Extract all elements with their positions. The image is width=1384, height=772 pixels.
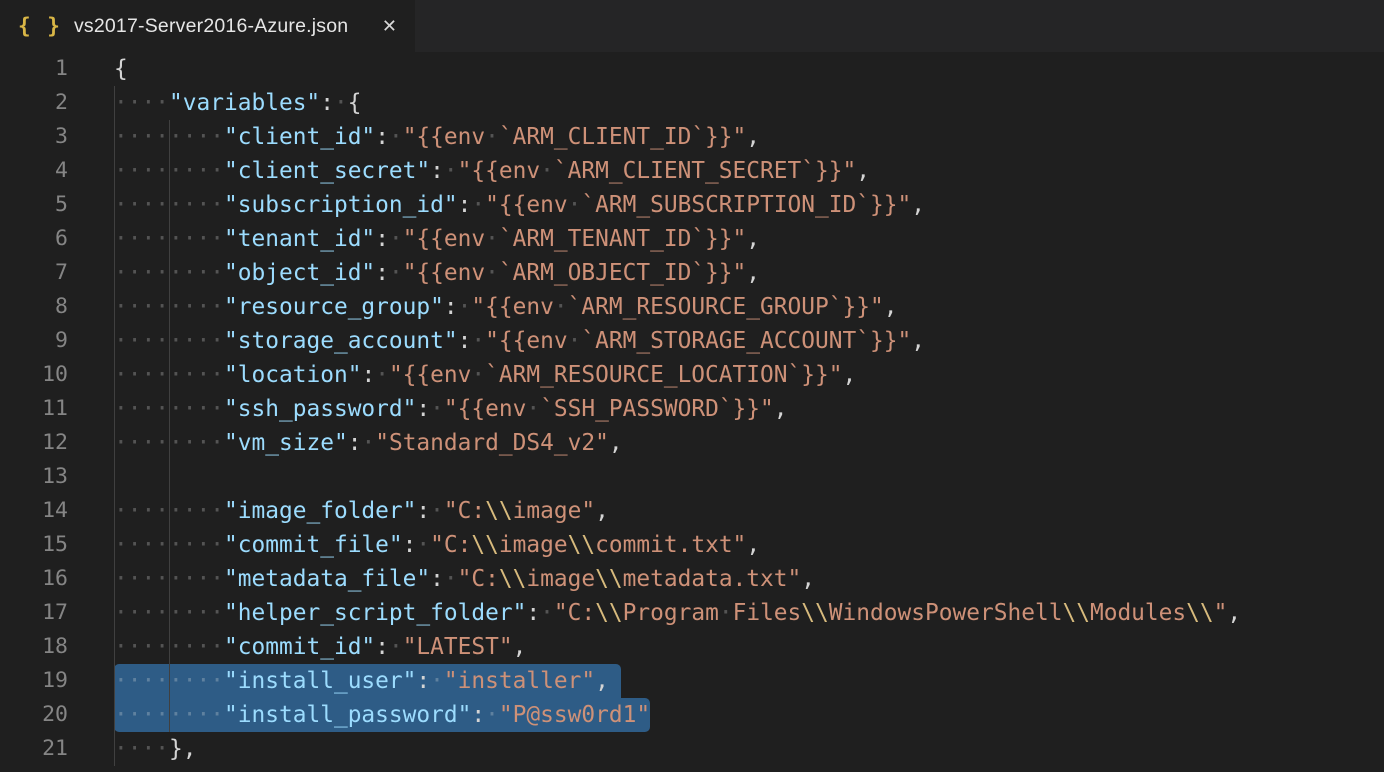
line-number[interactable]: 7 xyxy=(0,256,68,290)
code-text: { xyxy=(68,52,128,86)
code-text: ········"subscription_id":·"{{env·`ARM_S… xyxy=(68,188,925,222)
code-line[interactable]: 12········"vm_size":·"Standard_DS4_v2", xyxy=(0,426,1384,460)
line-number[interactable]: 14 xyxy=(0,494,68,528)
code-line[interactable]: 4········"client_secret":·"{{env·`ARM_CL… xyxy=(0,154,1384,188)
code-line[interactable]: 18········"commit_id":·"LATEST", xyxy=(0,630,1384,664)
code-text: ········"ssh_password":·"{{env·`SSH_PASS… xyxy=(68,392,788,426)
code-lines: 1{2····"variables":·{3········"client_id… xyxy=(0,52,1384,766)
code-text: ········"commit_file":·"C:\\image\\commi… xyxy=(68,528,760,562)
code-line[interactable]: 7········"object_id":·"{{env·`ARM_OBJECT… xyxy=(0,256,1384,290)
tab-title: vs2017-Server2016-Azure.json xyxy=(74,15,348,38)
line-number[interactable]: 17 xyxy=(0,596,68,630)
json-file-icon: { } xyxy=(18,14,62,38)
code-line[interactable]: 6········"tenant_id":·"{{env·`ARM_TENANT… xyxy=(0,222,1384,256)
line-number[interactable]: 2 xyxy=(0,86,68,120)
code-text: ········"storage_account":·"{{env·`ARM_S… xyxy=(68,324,925,358)
line-number[interactable]: 5 xyxy=(0,188,68,222)
code-line[interactable]: 9········"storage_account":·"{{env·`ARM_… xyxy=(0,324,1384,358)
line-number[interactable]: 13 xyxy=(0,460,68,494)
line-number[interactable]: 19 xyxy=(0,664,68,698)
code-line[interactable]: 15········"commit_file":·"C:\\image\\com… xyxy=(0,528,1384,562)
line-number[interactable]: 8 xyxy=(0,290,68,324)
code-line[interactable]: 5········"subscription_id":·"{{env·`ARM_… xyxy=(0,188,1384,222)
line-number[interactable]: 3 xyxy=(0,120,68,154)
code-text: ····"variables":·{ xyxy=(68,86,361,120)
line-number[interactable]: 20 xyxy=(0,698,68,732)
code-text: ········"metadata_file":·"C:\\image\\met… xyxy=(68,562,815,596)
line-number[interactable]: 15 xyxy=(0,528,68,562)
line-number[interactable]: 4 xyxy=(0,154,68,188)
line-number[interactable]: 16 xyxy=(0,562,68,596)
code-text: ········"tenant_id":·"{{env·`ARM_TENANT_… xyxy=(68,222,760,256)
code-line[interactable]: 17········"helper_script_folder":·"C:\\P… xyxy=(0,596,1384,630)
code-line[interactable]: 19········"install_user":·"installer", xyxy=(0,664,1384,698)
line-number[interactable]: 6 xyxy=(0,222,68,256)
code-line[interactable]: 11········"ssh_password":·"{{env·`SSH_PA… xyxy=(0,392,1384,426)
line-number[interactable]: 11 xyxy=(0,392,68,426)
code-text: ········"commit_id":·"LATEST", xyxy=(68,630,526,664)
code-line[interactable]: 8········"resource_group":·"{{env·`ARM_R… xyxy=(0,290,1384,324)
code-text: ········"install_password":·"P@ssw0rd1" xyxy=(68,698,650,732)
code-text: ········"object_id":·"{{env·`ARM_OBJECT_… xyxy=(68,256,760,290)
line-number[interactable]: 10 xyxy=(0,358,68,392)
code-line[interactable]: 21····}, xyxy=(0,732,1384,766)
code-text: ········"install_user":·"installer", xyxy=(68,664,609,698)
code-line[interactable]: 1{ xyxy=(0,52,1384,86)
editor-tab[interactable]: { } vs2017-Server2016-Azure.json ✕ xyxy=(0,0,415,52)
code-editor[interactable]: 1{2····"variables":·{3········"client_id… xyxy=(0,52,1384,772)
code-text: ········"image_folder":·"C:\\image", xyxy=(68,494,609,528)
code-line[interactable]: 2····"variables":·{ xyxy=(0,86,1384,120)
code-text: ········"vm_size":·"Standard_DS4_v2", xyxy=(68,426,623,460)
code-text: ········"client_secret":·"{{env·`ARM_CLI… xyxy=(68,154,870,188)
vscode-window: { } vs2017-Server2016-Azure.json ✕ 1{2··… xyxy=(0,0,1384,772)
code-text: ········"location":·"{{env·`ARM_RESOURCE… xyxy=(68,358,856,392)
code-text: ········"helper_script_folder":·"C:\\Pro… xyxy=(68,596,1241,630)
code-line[interactable]: 16········"metadata_file":·"C:\\image\\m… xyxy=(0,562,1384,596)
code-text: ········"client_id":·"{{env·`ARM_CLIENT_… xyxy=(68,120,760,154)
line-number[interactable]: 1 xyxy=(0,52,68,86)
tab-bar: { } vs2017-Server2016-Azure.json ✕ xyxy=(0,0,1384,52)
code-text: ····}, xyxy=(68,732,197,766)
line-number[interactable]: 12 xyxy=(0,426,68,460)
line-number[interactable]: 9 xyxy=(0,324,68,358)
code-line[interactable]: 20········"install_password":·"P@ssw0rd1… xyxy=(0,698,1384,732)
line-number[interactable]: 18 xyxy=(0,630,68,664)
code-text: ········"resource_group":·"{{env·`ARM_RE… xyxy=(68,290,897,324)
code-line[interactable]: 14········"image_folder":·"C:\\image", xyxy=(0,494,1384,528)
code-line[interactable]: 3········"client_id":·"{{env·`ARM_CLIENT… xyxy=(0,120,1384,154)
code-line[interactable]: 10········"location":·"{{env·`ARM_RESOUR… xyxy=(0,358,1384,392)
code-line[interactable]: 13 xyxy=(0,460,1384,494)
close-tab-icon[interactable]: ✕ xyxy=(380,15,399,37)
line-number[interactable]: 21 xyxy=(0,732,68,766)
code-text xyxy=(68,460,114,494)
